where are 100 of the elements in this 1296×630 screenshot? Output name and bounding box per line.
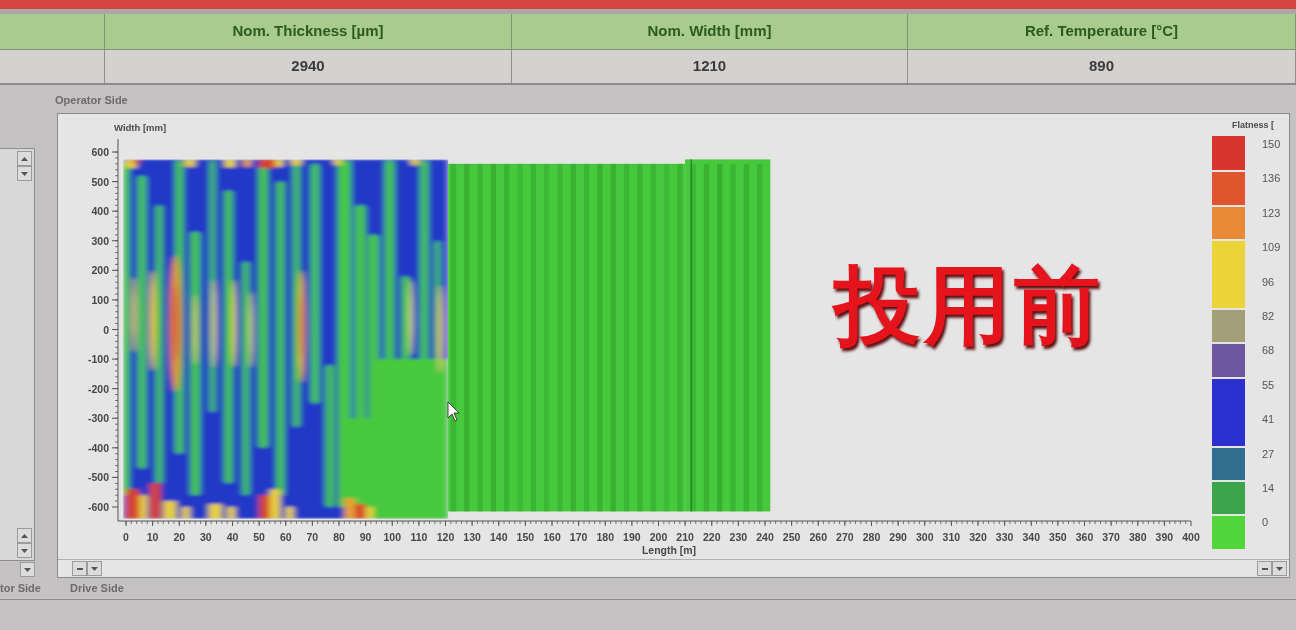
axis-tick-label: 390 xyxy=(1155,531,1174,543)
heatmap-spot xyxy=(184,159,196,167)
caret-down-icon xyxy=(1276,566,1283,571)
axis-tick-label: 80 xyxy=(333,531,345,543)
column-header: Ref. Temperature [°C] xyxy=(908,14,1296,50)
axis-tick-label: 90 xyxy=(359,531,372,543)
axis-tick-label: 380 xyxy=(1129,531,1147,543)
legend-label: 82 xyxy=(1262,308,1275,324)
axis-tick-label: 210 xyxy=(676,531,694,543)
axis-tick-label: -100 xyxy=(88,353,109,366)
scroll-up-button[interactable] xyxy=(17,528,32,543)
axis-tick-label: 0 xyxy=(103,323,109,336)
heatmap-spot xyxy=(243,159,252,167)
axis-tick-label: 190 xyxy=(623,531,641,543)
axis-tick-label: 400 xyxy=(1182,531,1200,543)
scroll-down-button[interactable] xyxy=(17,543,32,558)
scroll-down-button[interactable] xyxy=(87,561,102,576)
legend-label: 96 xyxy=(1262,274,1275,290)
heatmap-spot xyxy=(163,501,177,519)
axis-tick-label: 370 xyxy=(1102,531,1120,543)
heatmap-spot xyxy=(344,498,355,519)
axis-tick-label: 10 xyxy=(146,531,159,543)
axis-tick-label: 600 xyxy=(91,146,109,158)
column-header: Nom. Thickness [µm] xyxy=(105,14,512,50)
axis-tick-label: 180 xyxy=(596,531,614,543)
axis-tick-label: 260 xyxy=(809,531,827,543)
axis-title: Length [m] xyxy=(641,544,697,556)
caret-up-icon xyxy=(21,156,28,161)
legend-label: 14 xyxy=(1262,480,1275,496)
legend-label: 123 xyxy=(1262,205,1281,221)
axis-tick-label: 40 xyxy=(226,531,239,543)
scroll-down-button[interactable] xyxy=(1272,561,1287,576)
legend-label: 55 xyxy=(1262,377,1275,393)
heatmap-spot xyxy=(410,159,419,166)
heatmap-spot xyxy=(181,507,190,519)
axis-tick-label: -400 xyxy=(88,441,109,454)
axis-tick-label: 320 xyxy=(969,531,987,543)
axis-tick-label: 70 xyxy=(306,531,319,543)
axis-tick-label: 280 xyxy=(862,531,881,543)
axis-tick-label: 290 xyxy=(889,531,907,543)
axis-tick-label: -500 xyxy=(88,471,109,484)
scroll-down-button[interactable] xyxy=(17,166,32,181)
table-cell: 890 xyxy=(908,50,1296,83)
minus-button[interactable] xyxy=(1257,561,1272,576)
side-label: Drive Side xyxy=(70,582,124,596)
axis-tick-label: 300 xyxy=(91,234,109,247)
axis-tick-label: 340 xyxy=(1022,531,1040,543)
mouse-cursor-icon xyxy=(447,401,460,422)
heatmap-spot xyxy=(355,504,366,519)
caret-down-icon xyxy=(21,548,28,553)
axis-tick-label: 270 xyxy=(836,531,854,543)
legend-label: 109 xyxy=(1262,240,1281,256)
heatmap-spot xyxy=(333,159,342,166)
side-label: tor Side xyxy=(0,582,42,596)
caret-down-icon xyxy=(91,566,98,571)
axis-tick-label: 20 xyxy=(173,531,186,543)
legend-label: 150 xyxy=(1262,137,1281,152)
axis-tick-label: -600 xyxy=(88,501,109,513)
minus-icon xyxy=(76,567,83,570)
axis-tick-label: 120 xyxy=(436,531,455,543)
axis-tick-label: 230 xyxy=(729,531,748,543)
heatmap-spot xyxy=(365,507,374,519)
axis-tick-label: 200 xyxy=(649,531,668,543)
axis-tick-label: 500 xyxy=(91,175,109,188)
axis-tick-label: 240 xyxy=(756,531,774,543)
legend-label: 27 xyxy=(1262,446,1275,462)
axis-tick-label: 400 xyxy=(91,205,109,218)
axis-tick-label: 220 xyxy=(703,531,721,543)
axis-tick-label: 110 xyxy=(410,531,428,543)
table-cell: 1210 xyxy=(512,50,908,83)
heatmap-spot xyxy=(259,495,270,519)
axis-tick-label: 130 xyxy=(463,531,481,543)
axis-tick-label: 350 xyxy=(1049,531,1067,543)
heatmap-spot xyxy=(193,294,198,365)
heatmap-spot xyxy=(227,507,236,519)
table-cell: 2940 xyxy=(105,50,512,83)
axis-tick-label: 60 xyxy=(279,531,292,543)
column-header: Nom. Width [mm] xyxy=(512,14,908,50)
axis-tick-label: -300 xyxy=(88,412,109,425)
axis-tick-label: 310 xyxy=(942,531,961,543)
axis-tick-label: -200 xyxy=(88,382,109,395)
scroll-down-button[interactable] xyxy=(20,562,35,577)
axis-tick-label: 160 xyxy=(543,531,561,543)
legend-label: 136 xyxy=(1262,171,1281,187)
axis-tick-label: 170 xyxy=(569,531,588,543)
scroll-up-button[interactable] xyxy=(17,151,32,166)
axis-tick-label: 140 xyxy=(490,531,508,543)
legend-label: 0 xyxy=(1262,515,1269,531)
caret-up-icon xyxy=(21,533,28,538)
caret-down-icon xyxy=(24,567,31,572)
axis-tick-label: 100 xyxy=(383,531,401,543)
axis-tick-label: 330 xyxy=(995,531,1014,543)
legend-label: 68 xyxy=(1262,343,1275,359)
axis-tick-label: 50 xyxy=(253,531,265,543)
axis-tick-label: 150 xyxy=(516,531,535,543)
axis-tick-label: 360 xyxy=(1075,531,1094,543)
minus-button[interactable] xyxy=(72,561,87,576)
axis-tick-label: 0 xyxy=(123,531,129,543)
axis-tick-label: 30 xyxy=(200,531,212,543)
heatmap-spot xyxy=(269,489,281,519)
